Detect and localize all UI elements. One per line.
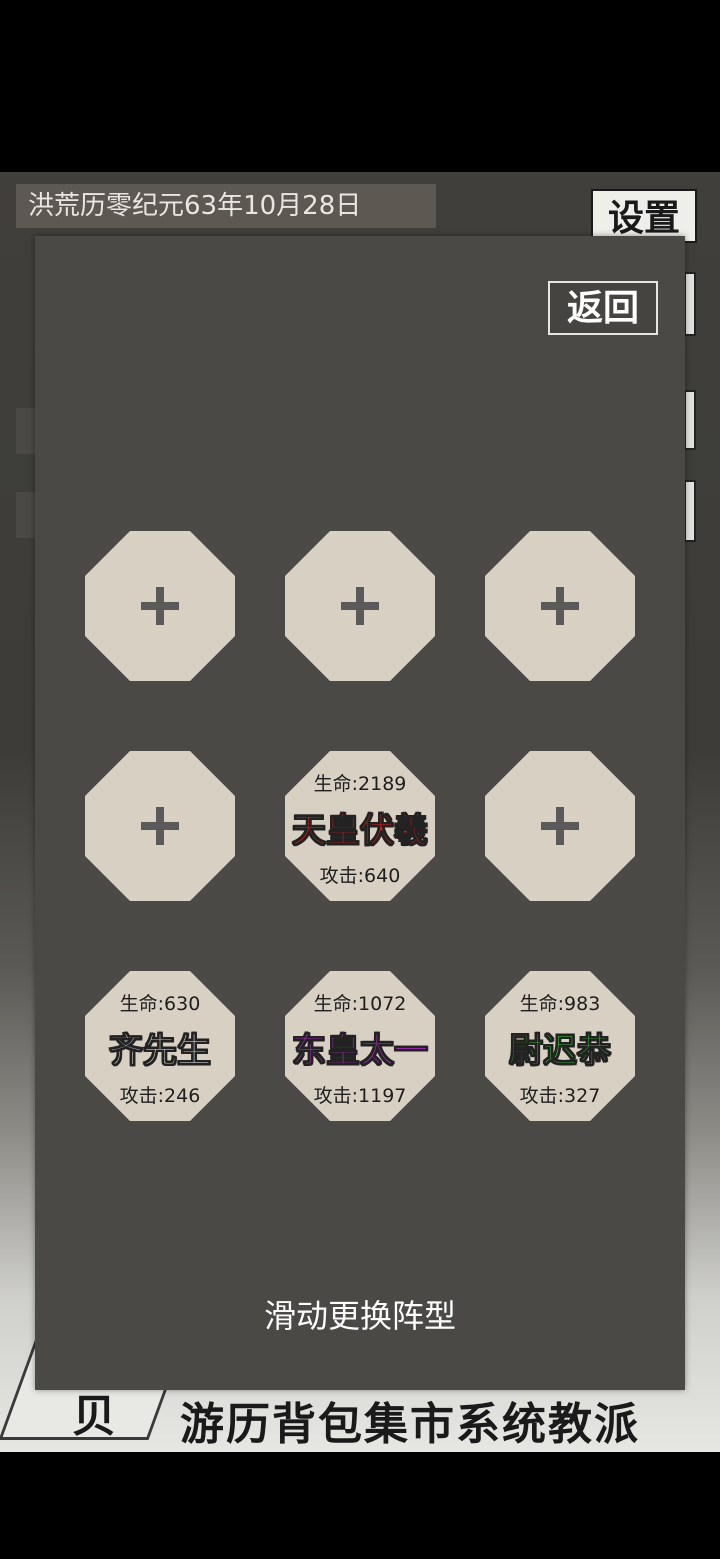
- formation-slot-empty[interactable]: [85, 531, 235, 681]
- hero-attack: 攻击:327: [519, 1085, 601, 1107]
- formation-slot-hero[interactable]: 生命:1072 东皇太一 攻击:1197: [285, 971, 435, 1121]
- background-side-panel: [684, 390, 696, 450]
- nav-item-system[interactable]: 系统: [456, 1399, 548, 1450]
- settings-button[interactable]: 设置: [591, 189, 697, 243]
- hero-hp: 生命:1072: [313, 993, 407, 1015]
- formation-slot-hero[interactable]: 生命:630 齐先生 攻击:246: [85, 971, 235, 1121]
- formation-slot-hero[interactable]: 生命:983 尉迟恭 攻击:327: [485, 971, 635, 1121]
- formation-slot-empty[interactable]: [485, 531, 635, 681]
- hero-name: 东皇太一: [292, 1031, 429, 1072]
- hero-attack: 攻击:246: [119, 1085, 201, 1107]
- formation-slot-empty[interactable]: [85, 751, 235, 901]
- hero-name: 尉迟恭: [509, 1031, 612, 1072]
- hero-hp: 生命:2189: [313, 773, 407, 795]
- background-side-panel: [684, 480, 696, 542]
- swipe-hint: 滑动更换阵型: [263, 1297, 456, 1335]
- hero-name: 天皇伏羲: [292, 811, 429, 852]
- date-display: 洪荒历零纪元63年10月28日: [16, 184, 436, 228]
- hero-hp: 生命:630: [119, 993, 201, 1015]
- back-button[interactable]: 返回: [548, 281, 658, 335]
- bottom-navigation: 游历背包集市系统教派: [180, 1388, 720, 1450]
- background-strip: [16, 408, 36, 454]
- hero-hp: 生命:983: [519, 993, 601, 1015]
- nav-item-backpack[interactable]: 背包: [272, 1399, 364, 1450]
- nav-item-sect[interactable]: 教派: [548, 1399, 640, 1450]
- formation-slot-empty[interactable]: [285, 531, 435, 681]
- background-strip: [16, 492, 36, 538]
- formation-slot-empty[interactable]: [485, 751, 635, 901]
- hero-attack: 攻击:640: [319, 865, 401, 887]
- background-side-panel: [684, 272, 696, 336]
- formation-dialog: 返回 生命:2189 天皇伏羲 攻击:640 生命:630 齐先生 攻击:246…: [35, 236, 685, 1390]
- nav-item-market[interactable]: 集市: [364, 1399, 456, 1450]
- formation-slot-hero[interactable]: 生命:2189 天皇伏羲 攻击:640: [285, 751, 435, 901]
- hero-attack: 攻击:1197: [313, 1085, 407, 1107]
- nav-item-travel[interactable]: 游历: [180, 1399, 272, 1450]
- hero-name: 齐先生: [109, 1031, 212, 1072]
